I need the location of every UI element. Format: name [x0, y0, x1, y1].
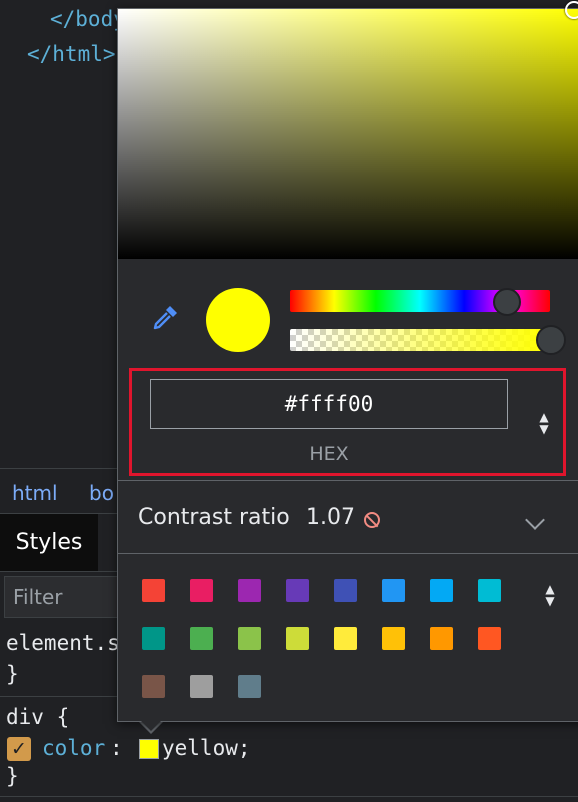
palette-swatch[interactable]	[334, 579, 357, 602]
hex-label: HEX	[309, 443, 349, 465]
tab-styles[interactable]: Styles	[0, 514, 98, 571]
picker-pointer-inner	[140, 720, 162, 731]
format-toggle-icon[interactable]: ▲ ▼	[532, 411, 556, 439]
palette-swatch[interactable]	[334, 627, 357, 650]
saturation-value-area[interactable]	[118, 1, 578, 259]
picker-divider	[118, 553, 578, 554]
color-swatch-inline[interactable]	[139, 739, 159, 759]
alpha-slider[interactable]	[290, 329, 550, 351]
color-palette	[142, 579, 542, 699]
palette-swatch[interactable]	[430, 579, 453, 602]
palette-swatch[interactable]	[382, 627, 405, 650]
palette-swatch[interactable]	[142, 579, 165, 602]
alpha-slider-handle[interactable]	[536, 325, 566, 355]
property-colon: :	[110, 736, 123, 760]
breadcrumb-item-html[interactable]: html	[12, 481, 58, 505]
palette-swatch[interactable]	[382, 579, 405, 602]
hue-slider-handle[interactable]	[492, 288, 521, 316]
contrast-row[interactable]: Contrast ratio 1.07	[118, 481, 578, 553]
property-checkbox[interactable]: ✓	[7, 737, 31, 761]
palette-swatch[interactable]	[190, 675, 213, 698]
hex-section: #ffff00 HEX ▲ ▼	[129, 368, 566, 476]
palette-swatch[interactable]	[238, 579, 261, 602]
element-style-selector: element.s	[6, 631, 120, 655]
contrast-label: Contrast ratio	[138, 505, 290, 530]
palette-swatch[interactable]	[190, 579, 213, 602]
element-style-close: }	[6, 662, 19, 686]
eyedropper-icon[interactable]	[150, 303, 180, 333]
chevron-down-icon[interactable]	[525, 510, 545, 530]
property-name[interactable]: color	[42, 736, 105, 760]
breadcrumb-item-body[interactable]: bo	[89, 481, 114, 505]
palette-swatch[interactable]	[142, 675, 165, 698]
div-rule-close: }	[6, 764, 19, 788]
color-preview	[206, 288, 270, 352]
div-rule-selector[interactable]: div {	[6, 705, 69, 729]
saturation-handle[interactable]	[565, 1, 578, 19]
palette-swatch[interactable]	[142, 627, 165, 650]
palette-swatch[interactable]	[478, 579, 501, 602]
palette-swatch[interactable]	[286, 579, 309, 602]
palette-swatch[interactable]	[430, 627, 453, 650]
palette-swatch[interactable]	[190, 627, 213, 650]
palette-toggle-icon[interactable]: ▲ ▼	[538, 583, 562, 611]
palette-swatch[interactable]	[478, 627, 501, 650]
hex-input[interactable]: #ffff00	[150, 379, 508, 429]
property-value[interactable]: yellow;	[162, 736, 251, 760]
no-icon	[364, 512, 380, 528]
palette-swatch[interactable]	[238, 675, 261, 698]
code-line-html-close[interactable]: </html>	[27, 42, 116, 66]
palette-swatch[interactable]	[238, 627, 261, 650]
contrast-value: 1.07	[306, 505, 355, 530]
color-picker: #ffff00 HEX ▲ ▼ Contrast ratio 1.07 ▲ ▼	[117, 1, 578, 722]
palette-swatch[interactable]	[286, 627, 309, 650]
rule-divider-bottom	[0, 796, 578, 797]
